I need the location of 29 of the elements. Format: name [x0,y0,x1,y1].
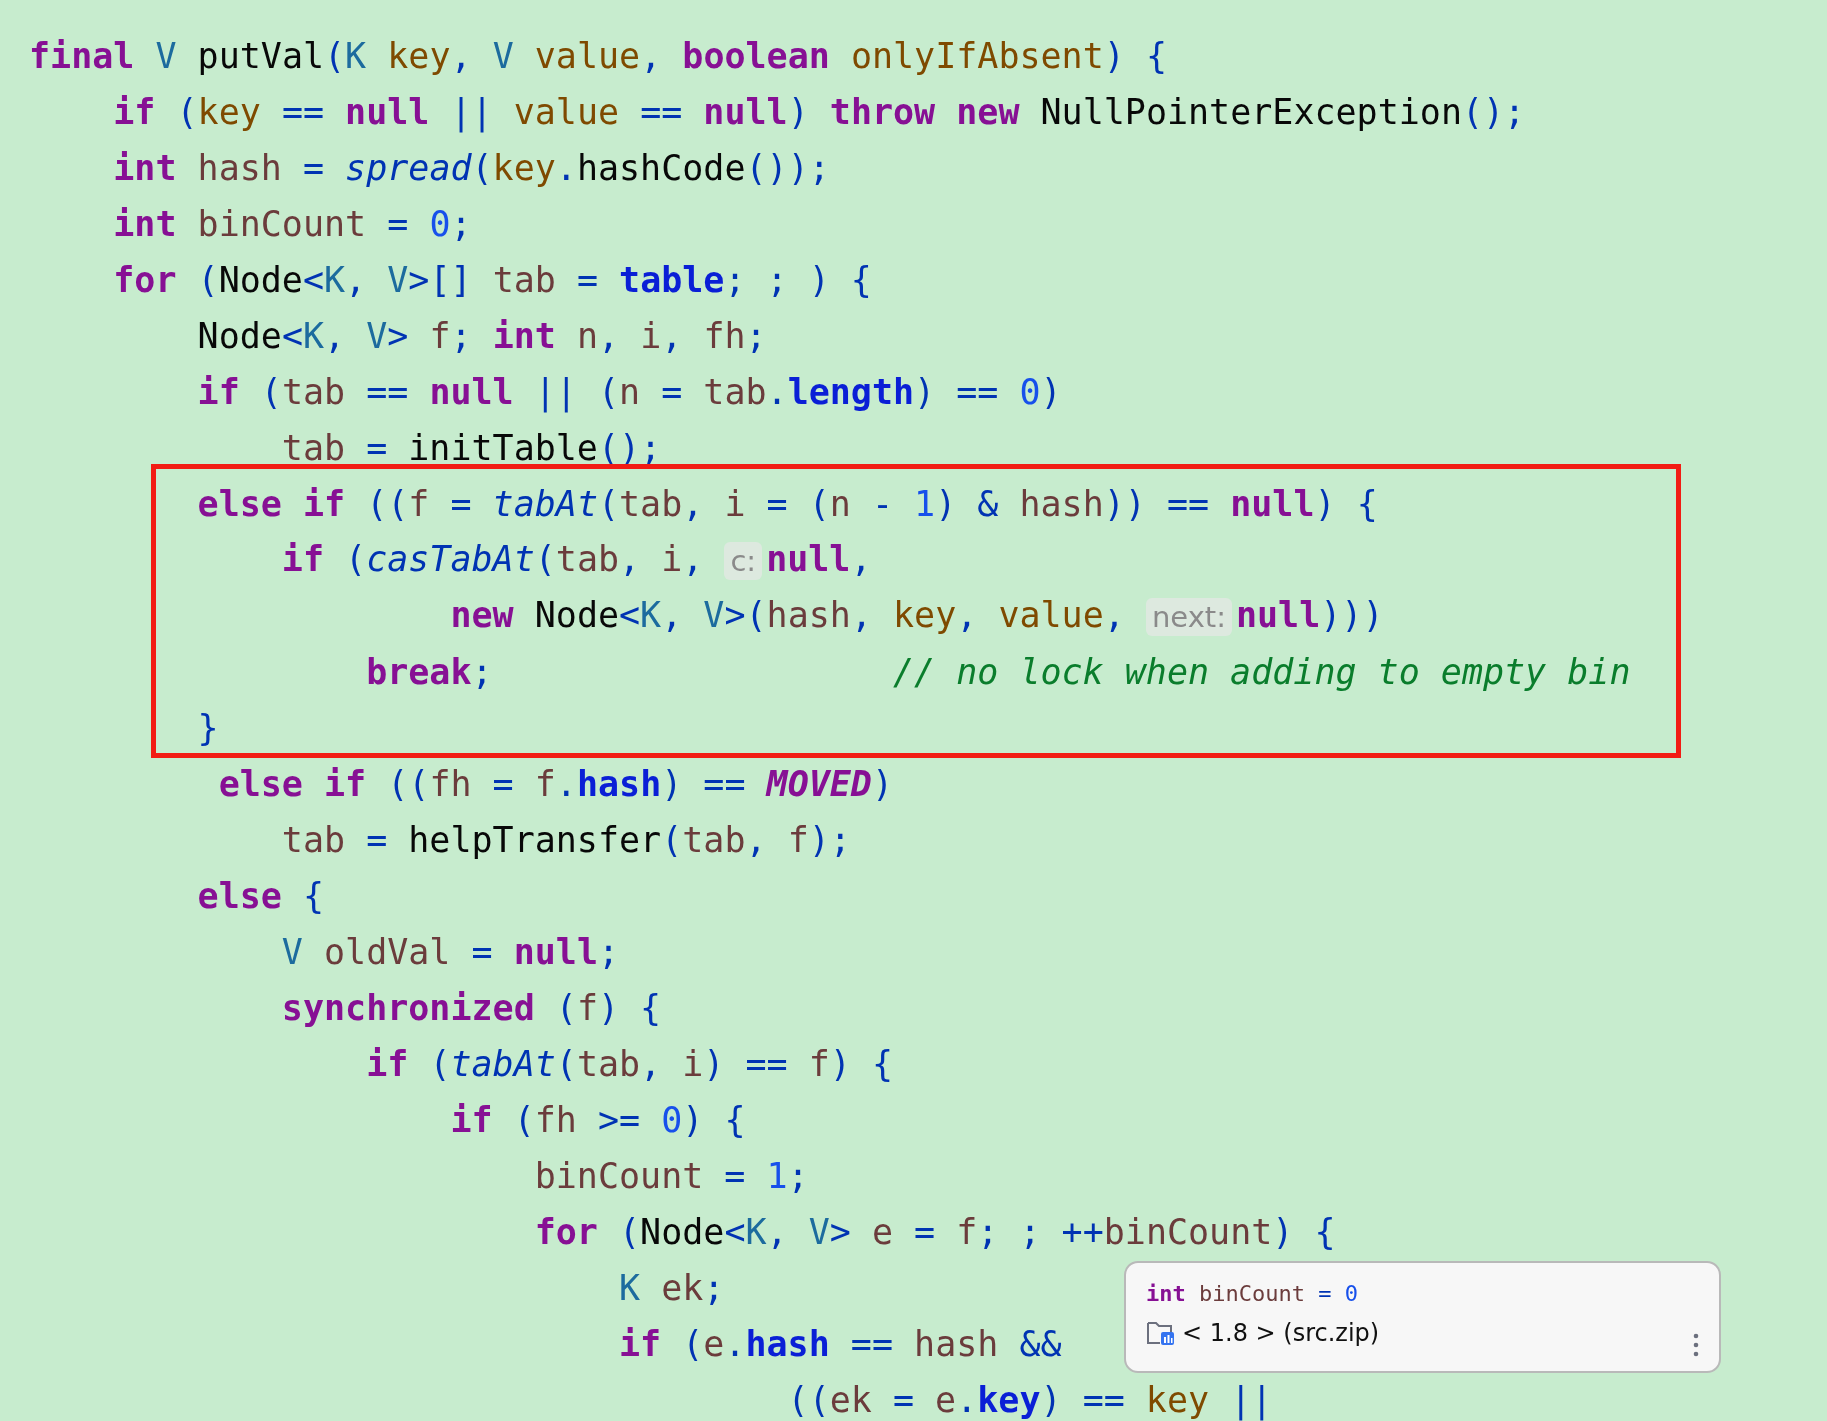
code-line: if (tab == null || (n = tab.length) == 0) [196,371,1062,414]
code-line: if (fh >= 0) { [449,1099,746,1142]
code-line: if (tabAt(tab, i) == f) { [365,1043,893,1086]
code-line: else if ((fh = f.hash) == MOVED) [217,763,893,806]
code-line: } [196,707,219,750]
code-line: if (casTabAt(tab, i, c: null, [280,538,872,582]
code-line: if (e.hash == hash && [618,1323,1062,1366]
code-line: int binCount = 0; [112,203,472,246]
code-line: V oldVal = null; [280,931,620,974]
code-line: for (Node<K, V> e = f; ; ++binCount) { [533,1211,1336,1254]
code-line: ((ek = e.key) == key || [786,1379,1273,1421]
code-line: if (key == null || value == null) throw new NullPointerException(); [112,91,1526,134]
declaration-text: int binCount = 0 [1146,1280,1359,1308]
code-line: tab = initTable(); [280,427,662,470]
code-line: int hash = spread(key.hashCode()); [112,147,830,190]
source-label: < 1.8 > (src.zip) [1182,1319,1380,1347]
library-folder-icon [1146,1319,1176,1347]
code-line: new Node<K, V>(hash, key, value, next: null))) [449,594,1384,638]
code-line: for (Node<K, V>[] tab = table; ; ) { [112,259,872,302]
code-line: else if ((f = tabAt(tab, i = (n - 1) & hash)) == null) { [196,483,1378,526]
code-line: break; // no lock when adding to empty bin [365,651,1631,694]
code-line: Node<K, V> f; int n, i, fh; [196,315,767,358]
more-options-icon[interactable] [1693,1333,1699,1357]
code-line: K ek; [618,1267,725,1310]
code-line: synchronized (f) { [280,987,662,1030]
code-line: else { [196,875,324,918]
code-line: final V putVal(K key, V value, boolean onlyIfAbsent) { [29,35,1167,78]
code-line: tab = helpTransfer(tab, f); [280,819,851,862]
code-line: binCount = 1; [533,1155,809,1198]
